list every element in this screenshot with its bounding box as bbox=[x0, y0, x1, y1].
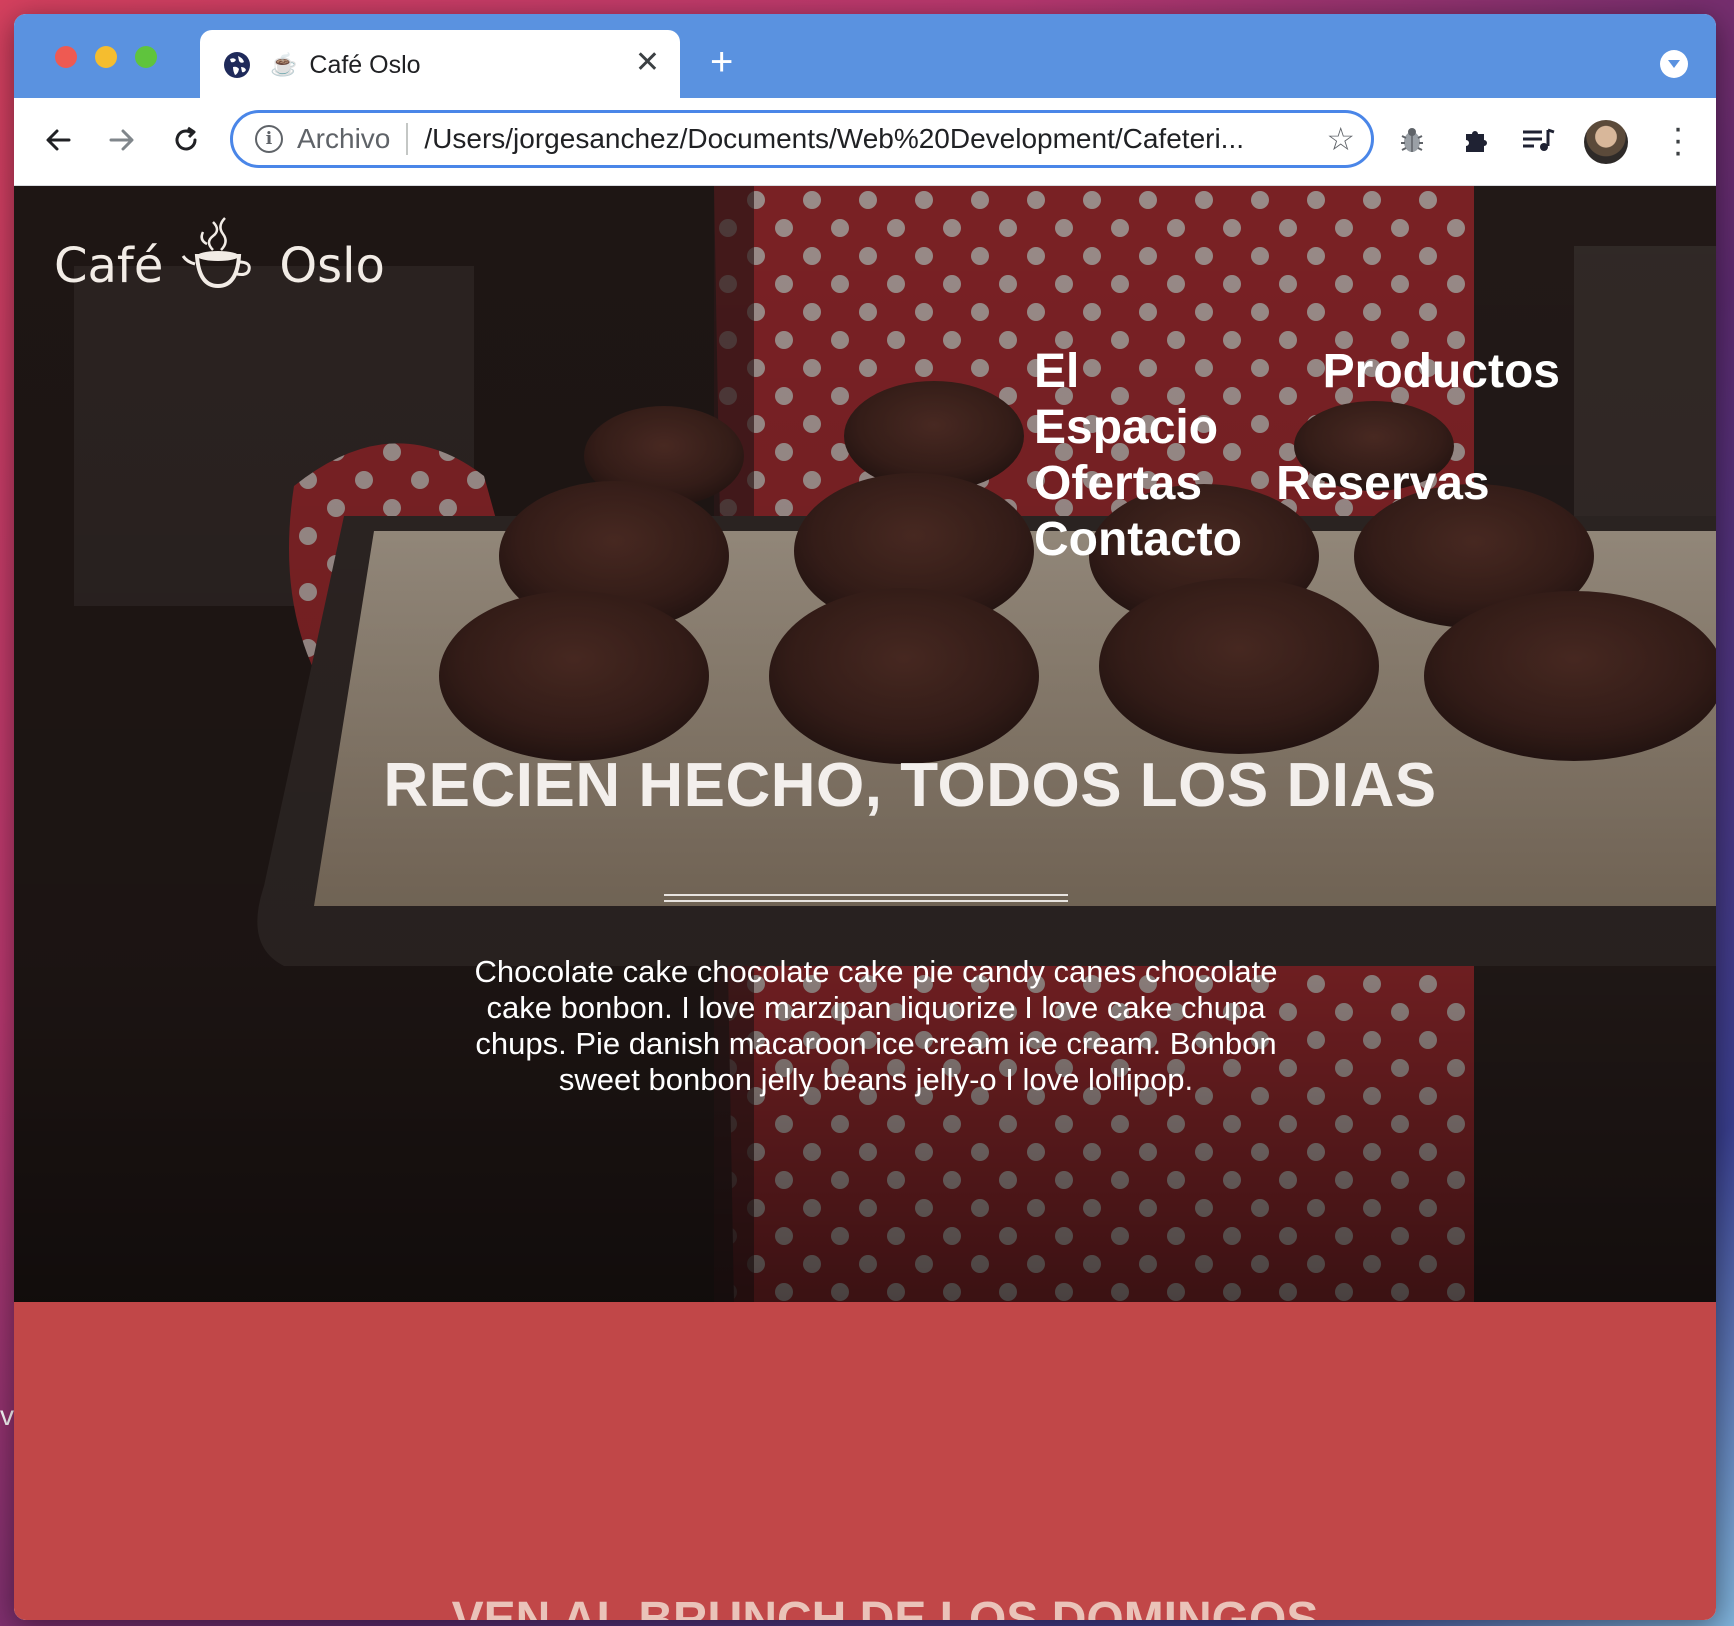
coffee-cup-icon bbox=[182, 217, 252, 289]
url-text[interactable]: /Users/jorgesanchez/Documents/Web%20Deve… bbox=[424, 123, 1314, 155]
brunch-title: VEN AL BRUNCH DE LOS DOMINGOS bbox=[451, 1593, 1319, 1620]
web-page: Café Oslo El Espacio Productos Ofertas R… bbox=[14, 186, 1716, 1620]
logo-word-left: Café bbox=[54, 238, 164, 294]
bug-icon[interactable] bbox=[1392, 120, 1432, 160]
hero-headline: RECIEN HECHO, TODOS LOS DIAS bbox=[383, 751, 1437, 820]
kebab-menu-icon[interactable]: · · · bbox=[1668, 111, 1688, 169]
maximize-window-button[interactable] bbox=[135, 46, 157, 68]
site-logo[interactable]: Café Oslo bbox=[54, 214, 385, 294]
close-tab-icon[interactable]: ✕ bbox=[635, 48, 660, 78]
hero-section: Café Oslo El Espacio Productos Ofertas R… bbox=[14, 186, 1716, 1302]
reload-icon[interactable] bbox=[166, 120, 206, 160]
coffee-favicon-icon: ☕ bbox=[270, 52, 298, 77]
main-navigation: El Espacio Productos Ofertas Reservas Co… bbox=[1034, 344, 1634, 568]
nav-link-ofertas[interactable]: Ofertas bbox=[1034, 456, 1202, 512]
new-tab-button[interactable]: + bbox=[710, 42, 733, 82]
profile-avatar[interactable] bbox=[1584, 120, 1628, 164]
star-icon[interactable]: ☆ bbox=[1326, 123, 1355, 155]
forward-arrow-icon[interactable] bbox=[102, 120, 142, 160]
media-queue-icon[interactable] bbox=[1518, 120, 1558, 160]
tab-title: Café Oslo bbox=[309, 50, 421, 79]
browser-window: ☕ Café Oslo ✕ + i Archivo /Users/jorgesa… bbox=[14, 14, 1716, 1620]
nav-link-productos[interactable]: Productos bbox=[1323, 344, 1560, 456]
globe-icon bbox=[222, 50, 252, 80]
omnibox-divider bbox=[406, 123, 409, 155]
back-arrow-icon[interactable] bbox=[38, 120, 78, 160]
tab-strip: ☕ Café Oslo ✕ + bbox=[14, 14, 1716, 100]
address-bar[interactable]: i Archivo /Users/jorgesanchez/Documents/… bbox=[230, 110, 1374, 168]
tab-cafe-oslo[interactable]: ☕ Café Oslo ✕ bbox=[200, 30, 680, 100]
info-icon[interactable]: i bbox=[255, 125, 283, 153]
hero-paragraph: Chocolate cake chocolate cake pie candy … bbox=[474, 954, 1278, 1097]
browser-toolbar: i Archivo /Users/jorgesanchez/Documents/… bbox=[14, 98, 1716, 186]
nav-link-contacto[interactable]: Contacto bbox=[1034, 512, 1242, 568]
logo-word-right: Oslo bbox=[279, 238, 385, 294]
hero-divider bbox=[664, 894, 1068, 902]
brunch-section: VEN AL BRUNCH DE LOS DOMINGOS bbox=[14, 1302, 1716, 1620]
tab-search-icon[interactable] bbox=[1660, 50, 1688, 78]
nav-link-reservas[interactable]: Reservas bbox=[1276, 456, 1490, 512]
puzzle-icon[interactable] bbox=[1456, 120, 1496, 160]
url-scheme-label: Archivo bbox=[297, 123, 391, 154]
desktop-edge-text: v bbox=[0, 1400, 14, 1431]
close-window-button[interactable] bbox=[55, 46, 77, 68]
minimize-window-button[interactable] bbox=[95, 46, 117, 68]
nav-link-el-espacio[interactable]: El Espacio bbox=[1034, 344, 1249, 456]
